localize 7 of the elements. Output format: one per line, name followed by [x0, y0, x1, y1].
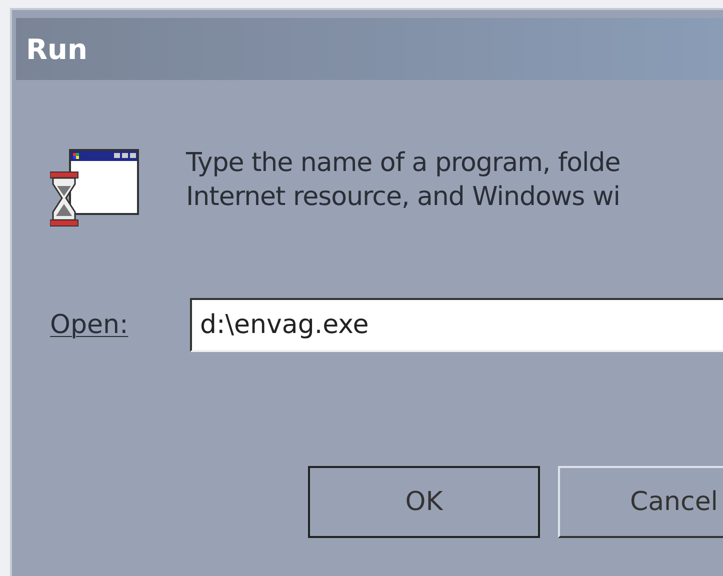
window-title: Run — [26, 32, 88, 66]
ok-button[interactable]: OK — [308, 466, 540, 538]
instruction-text: Internet resource, and Windows wi — [186, 181, 620, 214]
cancel-button[interactable]: Cancel — [558, 466, 723, 538]
open-input-field[interactable]: d:\envag.exe — [190, 298, 723, 352]
instruction-text: Type the name of a program, folde — [186, 147, 620, 180]
open-label: Open: — [50, 310, 130, 340]
